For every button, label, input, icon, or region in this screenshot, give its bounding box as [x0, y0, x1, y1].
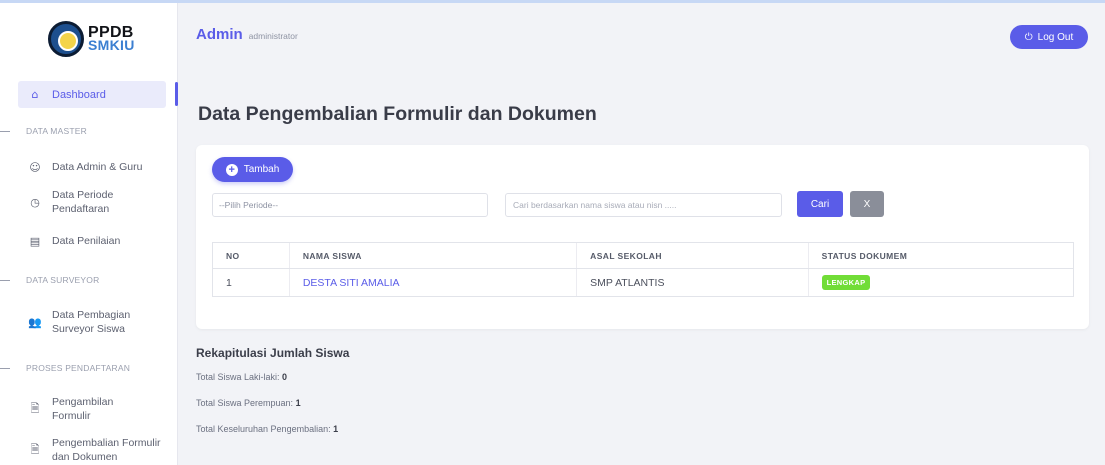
cell-status: LENGKAP — [809, 269, 1073, 296]
logo-text: PPDB SMKIU — [88, 25, 135, 53]
student-name-link[interactable]: DESTA SITI AMALIA — [303, 277, 400, 289]
column-header-status[interactable]: STATUS DOKUMEM — [809, 243, 1073, 268]
recap-male-label: Total Siswa Laki-laki: — [196, 372, 280, 382]
sidebar-item-pembagian-surveyor[interactable]: 👥 Data Pembagian Surveyor Siswa — [28, 308, 132, 336]
sidebar-item-label: Dashboard — [52, 88, 106, 101]
add-button[interactable]: + Tambah — [212, 157, 293, 182]
table-header-row: NO NAMA SISWA ASAL SEKOLAH STATUS DOKUME… — [213, 243, 1073, 269]
column-header-sekolah[interactable]: ASAL SEKOLAH — [577, 243, 809, 268]
search-input[interactable] — [505, 193, 782, 217]
active-indicator — [175, 82, 178, 106]
page-title: Data Pengembalian Formulir dan Dokumen — [198, 103, 597, 125]
clock-icon: ◷ — [30, 195, 40, 209]
section-label: DATA MASTER — [26, 126, 87, 136]
period-select-value: --Pilih Periode-- — [219, 200, 279, 210]
recap-male: Total Siswa Laki-laki: 0 — [196, 372, 287, 382]
sidebar-item-periode[interactable]: ◷ Data Periode Pendaftaran — [28, 188, 132, 216]
sidebar: PPDB SMKIU ⌂ Dashboard DATA MASTER ☺ Dat… — [0, 3, 178, 465]
search-button[interactable]: Cari — [797, 191, 843, 217]
sidebar-item-admin-guru[interactable]: ☺ Data Admin & Guru — [28, 160, 142, 174]
clear-button[interactable]: X — [850, 191, 884, 217]
cell-sekolah: SMP ATLANTIS — [577, 269, 809, 296]
sidebar-item-label: Data Pembagian Surveyor Siswa — [52, 309, 131, 335]
document-icon: ▤ — [29, 234, 41, 248]
column-header-no[interactable]: NO — [213, 243, 290, 268]
recap-title: Rekapitulasi Jumlah Siswa — [196, 346, 350, 360]
sidebar-item-label: Data Admin & Guru — [52, 161, 143, 173]
column-header-nama[interactable]: NAMA SISWA — [290, 243, 578, 268]
file-icon: 🗎 — [30, 401, 40, 415]
sidebar-item-label: Data Penilaian — [52, 235, 121, 247]
logo-sub-text: SMKIU — [88, 37, 135, 53]
section-dash — [0, 130, 10, 132]
sidebar-item-label: Pengambilan Formulir — [52, 396, 114, 422]
sidebar-item-pengambilan[interactable]: 🗎 Pengambilan Formulir — [28, 395, 122, 423]
data-card: + Tambah --Pilih Periode-- Cari X NO NAM… — [196, 145, 1089, 329]
recap-total-label: Total Keseluruhan Pengembalian: — [196, 424, 331, 434]
recap-total-value: 1 — [333, 424, 339, 434]
sidebar-item-label: Data Periode Pendaftaran — [52, 189, 114, 215]
cell-no: 1 — [213, 269, 290, 296]
section-data-surveyor: DATA SURVEYOR — [0, 275, 99, 285]
recap-female-label: Total Siswa Perempuan: — [196, 398, 294, 408]
user-circle-icon: ☺ — [29, 160, 41, 174]
sidebar-item-penilaian[interactable]: ▤ Data Penilaian — [28, 234, 121, 248]
table-row: 1 DESTA SITI AMALIA SMP ATLANTIS LENGKAP — [213, 269, 1073, 296]
plus-circle-icon: + — [225, 163, 238, 176]
header-user: Admin administrator — [196, 26, 298, 43]
logo-emblem-icon — [48, 21, 84, 57]
add-label: Tambah — [243, 164, 280, 175]
recap-total: Total Keseluruhan Pengembalian: 1 — [196, 424, 338, 434]
period-select[interactable]: --Pilih Periode-- — [212, 193, 488, 217]
app-logo[interactable]: PPDB SMKIU — [48, 21, 135, 57]
recap-female-value: 1 — [295, 398, 301, 408]
section-label: PROSES PENDAFTARAN — [26, 363, 131, 373]
logout-label: Log Out — [1037, 31, 1074, 43]
section-dash — [0, 279, 10, 281]
recap-male-value: 0 — [282, 372, 288, 382]
sidebar-item-pengembalian[interactable]: 🗎 Pengembalian Formulir dan Dokumen — [28, 436, 172, 464]
cell-nama: DESTA SITI AMALIA — [290, 269, 578, 296]
power-icon: ⏻ — [1024, 31, 1033, 43]
section-label: DATA SURVEYOR — [26, 275, 100, 285]
sidebar-item-label: Pengembalian Formulir dan Dokumen — [52, 437, 161, 463]
status-badge: LENGKAP — [821, 275, 871, 290]
file-icon: 🗎 — [30, 442, 40, 456]
admin-name: Admin — [196, 26, 243, 43]
admin-role: administrator — [248, 31, 298, 41]
home-icon: ⌂ — [31, 88, 39, 101]
section-data-master: DATA MASTER — [0, 126, 87, 136]
section-proses-pendaftaran: PROSES PENDAFTARAN — [0, 363, 130, 373]
users-icon: 👥 — [28, 315, 42, 329]
logout-button[interactable]: ⏻ Log Out — [1010, 25, 1088, 49]
sidebar-item-dashboard[interactable]: ⌂ Dashboard — [18, 81, 166, 108]
section-dash — [0, 367, 10, 369]
recap-female: Total Siswa Perempuan: 1 — [196, 398, 301, 408]
data-table: NO NAMA SISWA ASAL SEKOLAH STATUS DOKUME… — [212, 242, 1074, 297]
